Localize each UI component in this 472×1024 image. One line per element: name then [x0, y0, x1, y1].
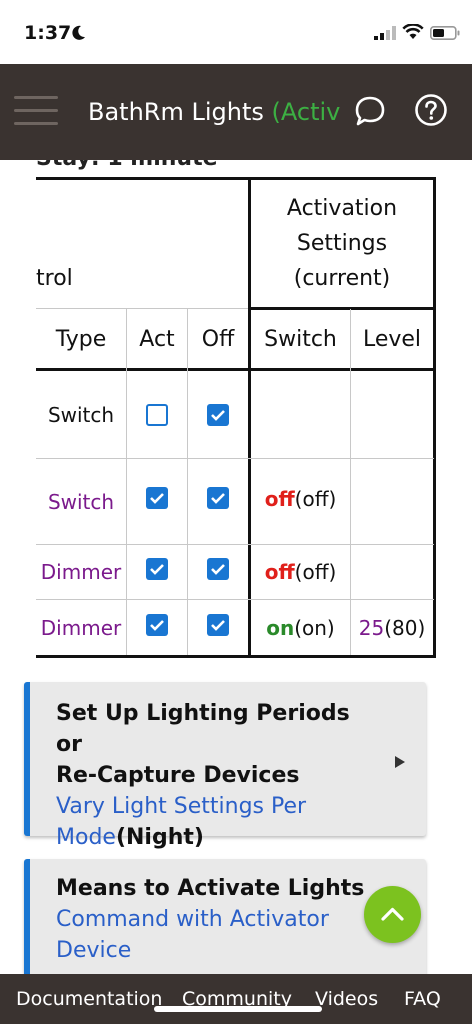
- level-value: 25: [358, 615, 385, 640]
- page-title: BathRm Lights (Active: [88, 98, 340, 130]
- moon-icon: [72, 25, 85, 40]
- switch-state-cell[interactable]: off (off): [251, 545, 350, 599]
- bottom-nav: Documentation Community Videos FAQ: [0, 974, 472, 1024]
- off-checkbox[interactable]: [207, 403, 229, 426]
- level-cell[interactable]: 25 (80): [351, 600, 433, 655]
- cellular-signal-icon: [374, 26, 396, 40]
- table-group-header-border: [248, 307, 436, 310]
- page-title-status: (Active: [271, 98, 340, 126]
- act-checkbox[interactable]: [146, 558, 168, 580]
- menu-icon[interactable]: [14, 96, 58, 126]
- group-header-left: trol: [36, 265, 73, 291]
- chevron-up-icon: [381, 907, 404, 921]
- off-checkbox[interactable]: [207, 613, 229, 636]
- main-content: Stay: 1 minute trol Activation Settings …: [0, 160, 472, 974]
- nav-documentation[interactable]: Documentation: [16, 988, 162, 1010]
- page-title-text: BathRm Lights: [88, 98, 264, 126]
- mode-label: (Night): [115, 825, 204, 850]
- column-header-off: Off: [201, 327, 235, 352]
- column-header-switch: Switch: [264, 327, 337, 352]
- off-cell: [188, 600, 248, 649]
- act-cell: [127, 371, 187, 458]
- checkmark-icon: [211, 493, 225, 504]
- card-title: Means to Activate Lights: [56, 876, 365, 901]
- switch-state-cell[interactable]: off (off): [251, 459, 350, 539]
- row-type: Switch: [47, 402, 115, 427]
- off-checkbox[interactable]: [207, 558, 229, 580]
- off-cell: [188, 459, 248, 537]
- expand-arrow-icon[interactable]: [394, 756, 406, 768]
- column-header-level: Level: [362, 327, 422, 352]
- home-indicator[interactable]: [154, 1006, 322, 1012]
- switch-state-prev: (off): [294, 487, 337, 511]
- wifi-icon: [402, 24, 424, 39]
- nav-videos[interactable]: Videos: [315, 988, 378, 1010]
- help-icon[interactable]: [414, 93, 448, 127]
- card-title: Set Up Lighting Periods or Re-Capture De…: [56, 698, 376, 791]
- table-bottom-border: [36, 655, 436, 658]
- switch-state: on: [266, 615, 295, 640]
- switch-state-prev: (off): [294, 560, 337, 584]
- checkmark-icon: [150, 564, 164, 575]
- switch-state-cell[interactable]: on (on): [251, 600, 350, 655]
- act-checkbox[interactable]: [146, 613, 168, 636]
- checkmark-icon: [211, 564, 225, 575]
- column-header-act: Act: [139, 327, 175, 352]
- act-cell: [127, 600, 187, 649]
- card-title-line: Set Up Lighting Periods or: [56, 701, 350, 757]
- link-line: Vary Light Settings Per: [56, 794, 307, 819]
- grid-line: [36, 308, 248, 309]
- row-type[interactable]: Dimmer: [36, 600, 126, 655]
- row-type[interactable]: Dimmer: [36, 545, 126, 599]
- stay-duration-text: Stay: 1 minute: [36, 160, 218, 171]
- checkmark-icon: [150, 619, 164, 631]
- act-checkbox[interactable]: [146, 487, 168, 509]
- act-cell: [127, 459, 187, 537]
- link-line: Mode: [56, 825, 116, 850]
- nav-faq[interactable]: FAQ: [404, 988, 441, 1010]
- level-prev: (80): [384, 615, 426, 640]
- act-cell: [127, 545, 187, 593]
- status-time: 1:37: [24, 22, 72, 44]
- checkmark-icon: [150, 493, 164, 504]
- checkmark-icon: [211, 409, 225, 421]
- switch-state-prev: (on): [294, 615, 335, 640]
- group-header-activation-settings: Activation Settings (current): [286, 195, 398, 291]
- command-activator-link[interactable]: Command with Activator Device: [56, 904, 376, 966]
- link-line: Device: [56, 938, 132, 963]
- table-right-border: [433, 177, 436, 658]
- switch-state: off: [264, 487, 295, 511]
- vary-light-settings-link[interactable]: Vary Light Settings Per Mode(Night): [56, 791, 376, 853]
- table-top-border: [36, 177, 436, 180]
- switch-state: off: [264, 560, 295, 584]
- off-cell: [188, 545, 248, 593]
- checkmark-icon: [211, 619, 225, 631]
- card-title-line: Re-Capture Devices: [56, 763, 300, 788]
- act-checkbox[interactable]: [146, 403, 168, 426]
- chat-bubble-icon[interactable]: [353, 94, 387, 128]
- scroll-to-top-button[interactable]: [364, 886, 421, 943]
- battery-icon: [430, 26, 460, 40]
- off-checkbox[interactable]: [207, 487, 229, 509]
- row-type[interactable]: Switch: [36, 459, 126, 544]
- off-cell: [188, 371, 248, 458]
- column-header-type: Type: [55, 327, 107, 352]
- lighting-periods-card[interactable]: Set Up Lighting Periods or Re-Capture De…: [24, 682, 426, 850]
- status-bar: 1:37: [0, 0, 472, 64]
- link-line: Command with Activator: [56, 907, 329, 932]
